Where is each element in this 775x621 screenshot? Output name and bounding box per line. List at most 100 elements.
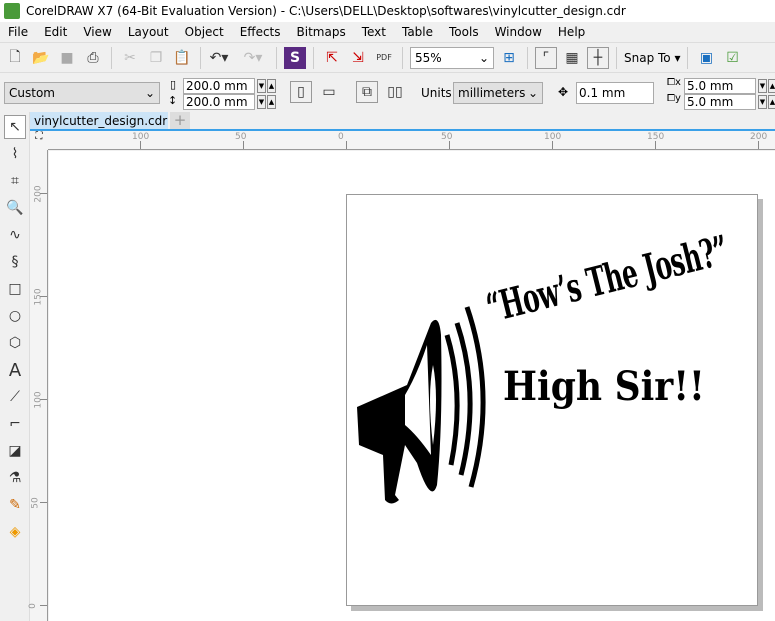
menu-table[interactable]: Table: [394, 25, 441, 39]
shape-tool-icon[interactable]: ⌇: [4, 142, 26, 166]
spin-down[interactable]: ▼: [257, 95, 266, 109]
ruler-label: 150: [33, 288, 44, 306]
spin-up[interactable]: ▲: [768, 95, 775, 109]
divider: [276, 46, 277, 69]
design-text-line2[interactable]: High Sir!!: [503, 363, 705, 410]
nudge-distance-input[interactable]: 0.1 mm: [576, 82, 654, 104]
dup-y-value: 5.0 mm: [687, 95, 734, 109]
vertical-ruler[interactable]: 200 150 100 50 0: [28, 150, 48, 621]
spin-up[interactable]: ▲: [267, 95, 276, 109]
all-pages-icon[interactable]: ⧉: [356, 81, 378, 103]
spin-down[interactable]: ▼: [758, 95, 767, 109]
dup-x-value: 5.0 mm: [687, 79, 734, 93]
menu-edit[interactable]: Edit: [36, 25, 75, 39]
spin-up[interactable]: ▲: [267, 79, 276, 93]
crop-tool-icon[interactable]: ⌗: [4, 169, 26, 193]
zoom-to-page-icon[interactable]: ⊞: [498, 47, 520, 69]
import-icon[interactable]: ⇱: [321, 47, 343, 69]
zoom-value: 55%: [415, 50, 442, 65]
publish-pdf-icon[interactable]: PDF: [373, 47, 395, 69]
transparency-icon[interactable]: ⚗: [4, 466, 26, 490]
duplicate-x-icon: ⧠x: [667, 77, 681, 88]
divider: [616, 46, 617, 69]
eyedropper-icon[interactable]: ✎: [4, 493, 26, 517]
paste-icon[interactable]: 📋: [171, 47, 193, 69]
menu-help[interactable]: Help: [550, 25, 593, 39]
menu-layout[interactable]: Layout: [120, 25, 177, 39]
ruler-tick: [552, 141, 553, 149]
rectangle-tool-icon[interactable]: □: [4, 277, 26, 301]
menu-effects[interactable]: Effects: [232, 25, 289, 39]
ruler-tick: [140, 141, 141, 149]
menu-bar: File Edit View Layout Object Effects Bit…: [0, 22, 775, 42]
ruler-origin-icon[interactable]: ⛶: [30, 131, 48, 150]
page-size-select[interactable]: Custom ⌄: [4, 82, 160, 104]
export-icon[interactable]: ⇲: [347, 47, 369, 69]
polygon-tool-icon[interactable]: ⬡: [4, 331, 26, 355]
ellipse-tool-icon[interactable]: ○: [4, 304, 26, 328]
redo-icon[interactable]: ↷▾: [242, 47, 264, 69]
pick-tool-icon[interactable]: ↖: [4, 115, 26, 139]
title-bar: CorelDRAW X7 (64-Bit Evaluation Version)…: [0, 0, 775, 22]
connector-tool-icon[interactable]: ⌐: [4, 412, 26, 436]
menu-window[interactable]: Window: [487, 25, 550, 39]
snap-to-label: Snap To: [624, 50, 671, 65]
divider: [313, 46, 314, 69]
landscape-icon[interactable]: ▭: [318, 81, 340, 103]
menu-file[interactable]: File: [0, 25, 36, 39]
show-rulers-icon[interactable]: ⌜: [535, 46, 557, 69]
ruler-tick: [655, 141, 656, 149]
print-icon[interactable]: ⎙: [82, 47, 104, 69]
zoom-level-select[interactable]: 55% ⌄: [410, 46, 494, 69]
menu-view[interactable]: View: [75, 25, 119, 39]
current-page-icon[interactable]: ▯▯: [384, 81, 406, 103]
zoom-tool-icon[interactable]: 🔍: [4, 196, 26, 220]
drawing-canvas[interactable]: “How’s The Josh?” High Sir!!: [49, 151, 775, 621]
undo-icon[interactable]: ↶▾: [208, 47, 230, 69]
ruler-tick: [40, 399, 47, 400]
divider: [111, 46, 112, 69]
page-height-value: 200.0 mm: [186, 95, 248, 109]
save-icon[interactable]: ■: [56, 47, 78, 69]
page-width-input[interactable]: 200.0 mm: [183, 78, 255, 94]
dimension-tool-icon[interactable]: ⟋: [4, 385, 26, 409]
units-select[interactable]: millimeters ⌄: [453, 82, 543, 104]
welcome-screen-icon[interactable]: ▣: [695, 47, 717, 69]
portrait-icon[interactable]: ▯: [290, 81, 312, 103]
page-height-icon: ↕: [168, 94, 178, 107]
menu-bitmaps[interactable]: Bitmaps: [289, 25, 354, 39]
spin-up[interactable]: ▲: [768, 79, 775, 93]
coreldraw-logo-icon: [4, 3, 20, 19]
copy-icon[interactable]: ❐: [145, 47, 167, 69]
page-width-icon: ▯: [170, 78, 177, 91]
new-tab-button[interactable]: +: [170, 112, 190, 129]
new-icon[interactable]: 🗋: [4, 47, 26, 69]
show-guidelines-icon[interactable]: ┼: [587, 46, 609, 69]
page-height-input[interactable]: 200.0 mm: [183, 94, 255, 110]
freehand-tool-icon[interactable]: ∿: [4, 223, 26, 247]
text-tool-icon[interactable]: A: [4, 358, 26, 382]
property-bar: Custom ⌄ ▯ 200.0 mm ▼ ▲ ↕ 200.0 mm ▼ ▲ ▯ ▭ …: [0, 72, 775, 112]
cut-icon[interactable]: ✂: [119, 47, 141, 69]
drop-shadow-icon[interactable]: ◪: [4, 439, 26, 463]
horizontal-ruler[interactable]: 100 50 0 50 100 150 200: [48, 131, 775, 150]
tab-vinylcutter-design[interactable]: vinylcutter_design.cdr: [30, 112, 168, 129]
menu-object[interactable]: Object: [177, 25, 232, 39]
standard-toolbar: 🗋 📂 ■ ⎙ ✂ ❐ 📋 ↶▾ ↷▾ S ⇱ ⇲ PDF 55% ⌄ ⊞ ⌜ ▦…: [0, 42, 775, 72]
spin-down[interactable]: ▼: [758, 79, 767, 93]
spin-down[interactable]: ▼: [257, 79, 266, 93]
search-content-icon[interactable]: S: [284, 46, 306, 69]
snap-to-button[interactable]: Snap To ▾: [624, 51, 680, 65]
tab-label: vinylcutter_design.cdr: [34, 113, 168, 128]
duplicate-x-input[interactable]: 5.0 mm: [684, 78, 756, 94]
ruler-tick: [40, 605, 47, 606]
duplicate-y-input[interactable]: 5.0 mm: [684, 94, 756, 110]
show-grid-icon[interactable]: ▦: [561, 47, 583, 69]
options-icon[interactable]: ☑: [721, 47, 743, 69]
fill-tool-icon[interactable]: ◈: [4, 520, 26, 544]
ruler-label: 50: [441, 132, 453, 142]
menu-text[interactable]: Text: [354, 25, 394, 39]
menu-tools[interactable]: Tools: [441, 25, 487, 39]
artistic-media-icon[interactable]: §: [4, 250, 26, 274]
open-icon[interactable]: 📂: [30, 47, 52, 69]
